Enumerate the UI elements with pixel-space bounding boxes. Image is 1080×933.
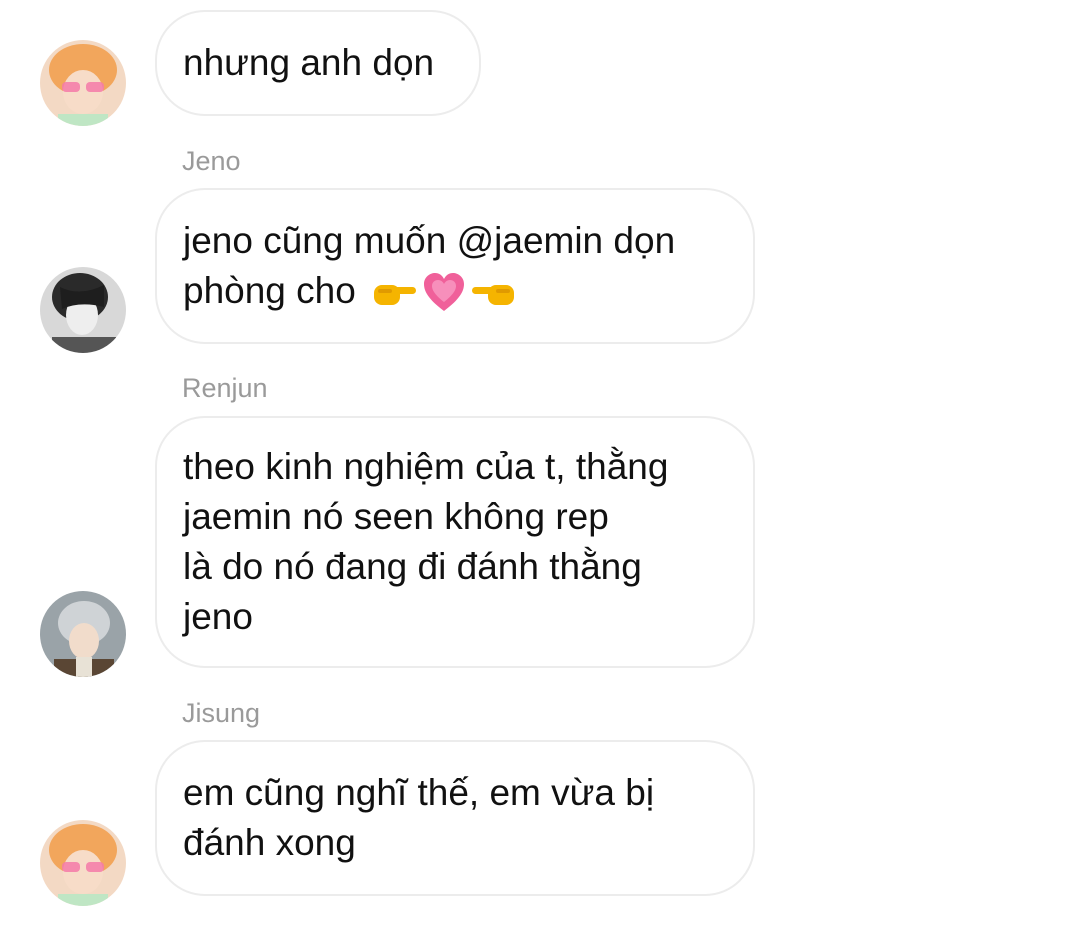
message-text: phòng cho bbox=[183, 270, 356, 311]
message-bubble[interactable]: nhưng anh dọn bbox=[155, 10, 481, 116]
chat-thread: nhưng anh dọn Jeno jeno cũng muốn @jaemi… bbox=[0, 0, 1080, 933]
message-text: jaemin nó seen không rep bbox=[183, 496, 609, 537]
message-bubble[interactable]: theo kinh nghiệm của t, thằng jaemin nó … bbox=[155, 416, 755, 668]
growing-heart-emoji bbox=[424, 273, 465, 312]
avatar[interactable] bbox=[40, 267, 126, 353]
pointing-left-hand-emoji bbox=[472, 285, 515, 306]
message-text: là do nó đang đi đánh thằng bbox=[183, 546, 642, 587]
message-text: theo kinh nghiệm của t, thằng bbox=[183, 446, 669, 487]
profile-photo bbox=[40, 40, 126, 126]
message-bubble[interactable]: jeno cũng muốn @jaemin dọn phòng cho bbox=[155, 188, 755, 344]
message-text: jeno bbox=[183, 596, 253, 637]
emoji-row bbox=[372, 271, 516, 315]
message-text: em cũng nghĩ thế, em vừa bị bbox=[183, 772, 655, 813]
message-text: jeno cũng muốn @jaemin dọn bbox=[183, 220, 676, 261]
avatar[interactable] bbox=[40, 820, 126, 906]
avatar[interactable] bbox=[40, 591, 126, 677]
message-text: nhưng anh dọn bbox=[183, 42, 435, 83]
pointing-right-hand-emoji bbox=[374, 285, 417, 306]
message-bubble[interactable]: em cũng nghĩ thế, em vừa bị đánh xong bbox=[155, 740, 755, 896]
sender-name: Renjun bbox=[182, 373, 268, 403]
profile-photo bbox=[40, 267, 126, 353]
message-text: đánh xong bbox=[183, 822, 356, 863]
profile-photo bbox=[40, 591, 126, 677]
sender-name: Jisung bbox=[182, 698, 261, 728]
profile-photo bbox=[40, 820, 126, 906]
avatar[interactable] bbox=[40, 40, 126, 126]
message-text-line-2: phòng cho bbox=[183, 266, 727, 316]
sender-name: Jeno bbox=[182, 146, 241, 176]
